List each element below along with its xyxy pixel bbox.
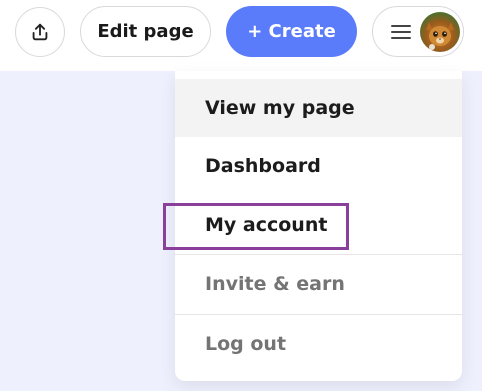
account-menu-button[interactable] — [372, 6, 464, 57]
menu-item-log-out[interactable]: Log out — [175, 315, 462, 373]
menu-item-label: Invite & earn — [205, 273, 345, 295]
menu-item-label: Log out — [205, 333, 287, 355]
top-toolbar: Edit page + Create — [0, 0, 482, 71]
menu-item-label: Dashboard — [205, 155, 321, 177]
menu-item-invite-earn[interactable]: Invite & earn — [175, 255, 462, 313]
hamburger-icon — [391, 23, 411, 41]
create-label: + Create — [247, 21, 336, 42]
menu-item-view-my-page[interactable]: View my page — [175, 79, 462, 137]
share-button[interactable] — [15, 7, 65, 57]
avatar-cat-image — [426, 22, 454, 50]
share-upload-icon — [32, 23, 48, 41]
account-dropdown-menu: View my page Dashboard My account Invite… — [175, 71, 462, 381]
edit-page-button[interactable]: Edit page — [80, 6, 211, 57]
user-avatar[interactable] — [420, 12, 460, 52]
edit-page-label: Edit page — [97, 21, 194, 42]
menu-item-label: View my page — [205, 97, 355, 119]
menu-item-label: My account — [205, 214, 328, 236]
menu-item-dashboard[interactable]: Dashboard — [175, 137, 462, 195]
menu-item-my-account[interactable]: My account — [175, 196, 462, 254]
create-button[interactable]: + Create — [226, 6, 357, 57]
